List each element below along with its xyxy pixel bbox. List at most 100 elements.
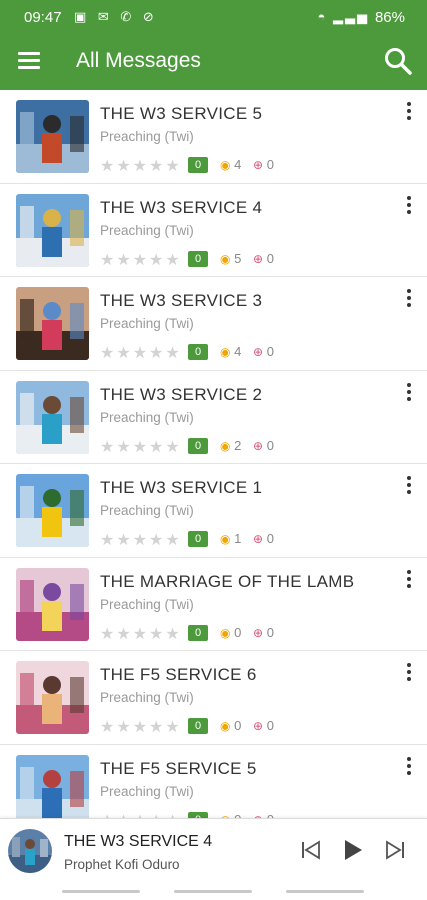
notification-icons: ▣ ✉ ✆ ⊘ — [74, 9, 158, 24]
download-count-value: 0 — [266, 531, 274, 546]
player-title: THE W3 SERVICE 4 — [64, 833, 213, 850]
star-rating[interactable]: ★★★★★ — [100, 343, 182, 363]
more-options-icon[interactable] — [403, 382, 415, 405]
download-icon: ⊕ — [253, 345, 264, 359]
mini-player[interactable]: THE W3 SERVICE 4 Prophet Kofi Oduro — [0, 818, 427, 884]
skip-next-icon[interactable] — [384, 839, 406, 861]
message-category: Preaching (Twi) — [100, 222, 194, 238]
rating-count-badge: 0 — [188, 437, 208, 454]
view-count: ◉ 4 — [220, 157, 241, 172]
list-item[interactable]: THE MARRIAGE OF THE LAMB Preaching (Twi)… — [0, 558, 427, 651]
message-title: THE W3 SERVICE 1 — [100, 478, 263, 497]
download-count: ⊕ 0 — [253, 251, 274, 266]
view-count-value: 0 — [234, 624, 242, 640]
message-list[interactable]: THE W3 SERVICE 5 Preaching (Twi) ★★★★★ 0… — [0, 90, 427, 818]
menu-icon[interactable] — [18, 52, 40, 70]
message-category: Preaching (Twi) — [100, 409, 194, 425]
star-rating[interactable]: ★★★★★ — [100, 624, 182, 644]
message-category: Preaching (Twi) — [100, 596, 194, 612]
message-title: THE W3 SERVICE 4 — [100, 197, 263, 217]
star-rating[interactable]: ★★★★★ — [100, 530, 182, 550]
eye-icon: ◉ — [220, 345, 231, 359]
download-count: ⊕ 0 — [253, 157, 274, 172]
message-category: Preaching (Twi) — [100, 690, 194, 705]
list-item[interactable]: THE W3 SERVICE 4 Preaching (Twi) ★★★★★ 0… — [0, 184, 427, 277]
star-rating[interactable]: ★★★★★ — [100, 811, 182, 819]
download-icon: ⊕ — [253, 251, 264, 266]
list-item[interactable]: THE F5 SERVICE 6 Preaching (Twi) ★★★★★ 0… — [0, 651, 427, 745]
list-item[interactable]: THE W3 SERVICE 5 Preaching (Twi) ★★★★★ 0… — [0, 90, 427, 184]
list-item[interactable]: THE W3 SERVICE 2 Preaching (Twi) ★★★★★ 0… — [0, 371, 427, 464]
message-thumbnail — [16, 193, 89, 267]
download-count: ⊕ 0 — [253, 344, 274, 359]
view-count: ◉ 1 — [220, 531, 241, 546]
message-title: THE W3 SERVICE 3 — [100, 291, 263, 310]
message-thumbnail — [16, 100, 89, 173]
message-title: THE F5 SERVICE 5 — [100, 758, 257, 778]
download-icon: ⊕ — [253, 719, 264, 733]
view-count-value: 1 — [234, 531, 242, 546]
more-options-icon[interactable] — [403, 663, 415, 685]
list-item[interactable]: THE W3 SERVICE 1 Preaching (Twi) ★★★★★ 0… — [0, 464, 427, 558]
view-count-value: 4 — [234, 344, 242, 359]
view-count-value: 0 — [234, 718, 242, 733]
download-count-value: 0 — [266, 344, 274, 359]
view-count: ◉ 0 — [220, 718, 241, 733]
message-title: THE F5 SERVICE 6 — [100, 665, 257, 684]
eye-icon: ◉ — [220, 158, 231, 172]
message-title: THE MARRIAGE OF THE LAMB — [100, 571, 355, 591]
more-options-icon[interactable] — [403, 289, 415, 311]
message-thumbnail — [16, 661, 89, 734]
message-thumbnail — [16, 567, 89, 641]
more-options-icon[interactable] — [403, 569, 415, 592]
message-thumbnail — [16, 754, 89, 818]
download-count: ⊕ 0 — [253, 438, 274, 453]
star-rating[interactable]: ★★★★★ — [100, 156, 182, 176]
status-bar: 09:47 ▣ ✉ ✆ ⊘ ◓ ▂▃▅ 86% — [0, 0, 427, 34]
more-options-icon[interactable] — [403, 195, 415, 218]
view-count: ◉ 2 — [220, 438, 241, 453]
list-item[interactable]: THE F5 SERVICE 5 Preaching (Twi) ★★★★★ 0… — [0, 745, 427, 819]
more-options-icon[interactable] — [403, 756, 415, 779]
gesture-nav-bar — [0, 884, 427, 900]
rating-count-badge: 0 — [188, 344, 208, 360]
play-icon[interactable] — [342, 838, 364, 862]
eye-icon: ◉ — [220, 251, 231, 266]
message-category: Preaching (Twi) — [100, 503, 194, 518]
star-rating[interactable]: ★★★★★ — [100, 437, 182, 457]
download-count-value: 0 — [266, 250, 274, 266]
eye-icon: ◉ — [220, 438, 231, 453]
message-category: Preaching (Twi) — [100, 783, 194, 799]
message-title: THE W3 SERVICE 2 — [100, 384, 263, 404]
nav-pill-right[interactable] — [286, 890, 364, 893]
message-thumbnail — [16, 380, 89, 454]
more-options-icon[interactable] — [403, 476, 415, 498]
nav-pill-left[interactable] — [62, 890, 140, 893]
view-count-value: 5 — [234, 250, 242, 266]
download-count-value: 0 — [266, 437, 274, 453]
skip-previous-icon[interactable] — [300, 839, 322, 861]
download-count-value: 0 — [266, 718, 274, 733]
signal-icons: ◓ ▂▃▅ — [317, 9, 369, 24]
nav-pill-center[interactable] — [174, 890, 252, 893]
list-item[interactable]: THE W3 SERVICE 3 Preaching (Twi) ★★★★★ 0… — [0, 277, 427, 371]
star-rating[interactable]: ★★★★★ — [100, 717, 182, 737]
star-rating[interactable]: ★★★★★ — [100, 250, 182, 270]
download-icon: ⊕ — [253, 532, 264, 546]
view-count: ◉ 0 — [220, 625, 241, 640]
more-options-icon[interactable] — [403, 102, 415, 124]
rating-count-badge: 0 — [188, 718, 208, 734]
download-count: ⊕ 0 — [253, 718, 274, 733]
rating-count-badge: 0 — [188, 250, 208, 267]
download-count-value: 0 — [266, 624, 274, 640]
message-thumbnail — [16, 474, 89, 547]
search-icon[interactable] — [383, 46, 413, 76]
rating-count-badge: 0 — [188, 624, 208, 641]
eye-icon: ◉ — [220, 719, 231, 733]
download-count: ⊕ 0 — [253, 625, 274, 640]
player-artist: Prophet Kofi Oduro — [64, 857, 180, 872]
eye-icon: ◉ — [220, 532, 231, 546]
page-title: All Messages — [76, 49, 201, 72]
view-count-value: 4 — [234, 157, 242, 172]
download-count-value: 0 — [266, 157, 274, 172]
